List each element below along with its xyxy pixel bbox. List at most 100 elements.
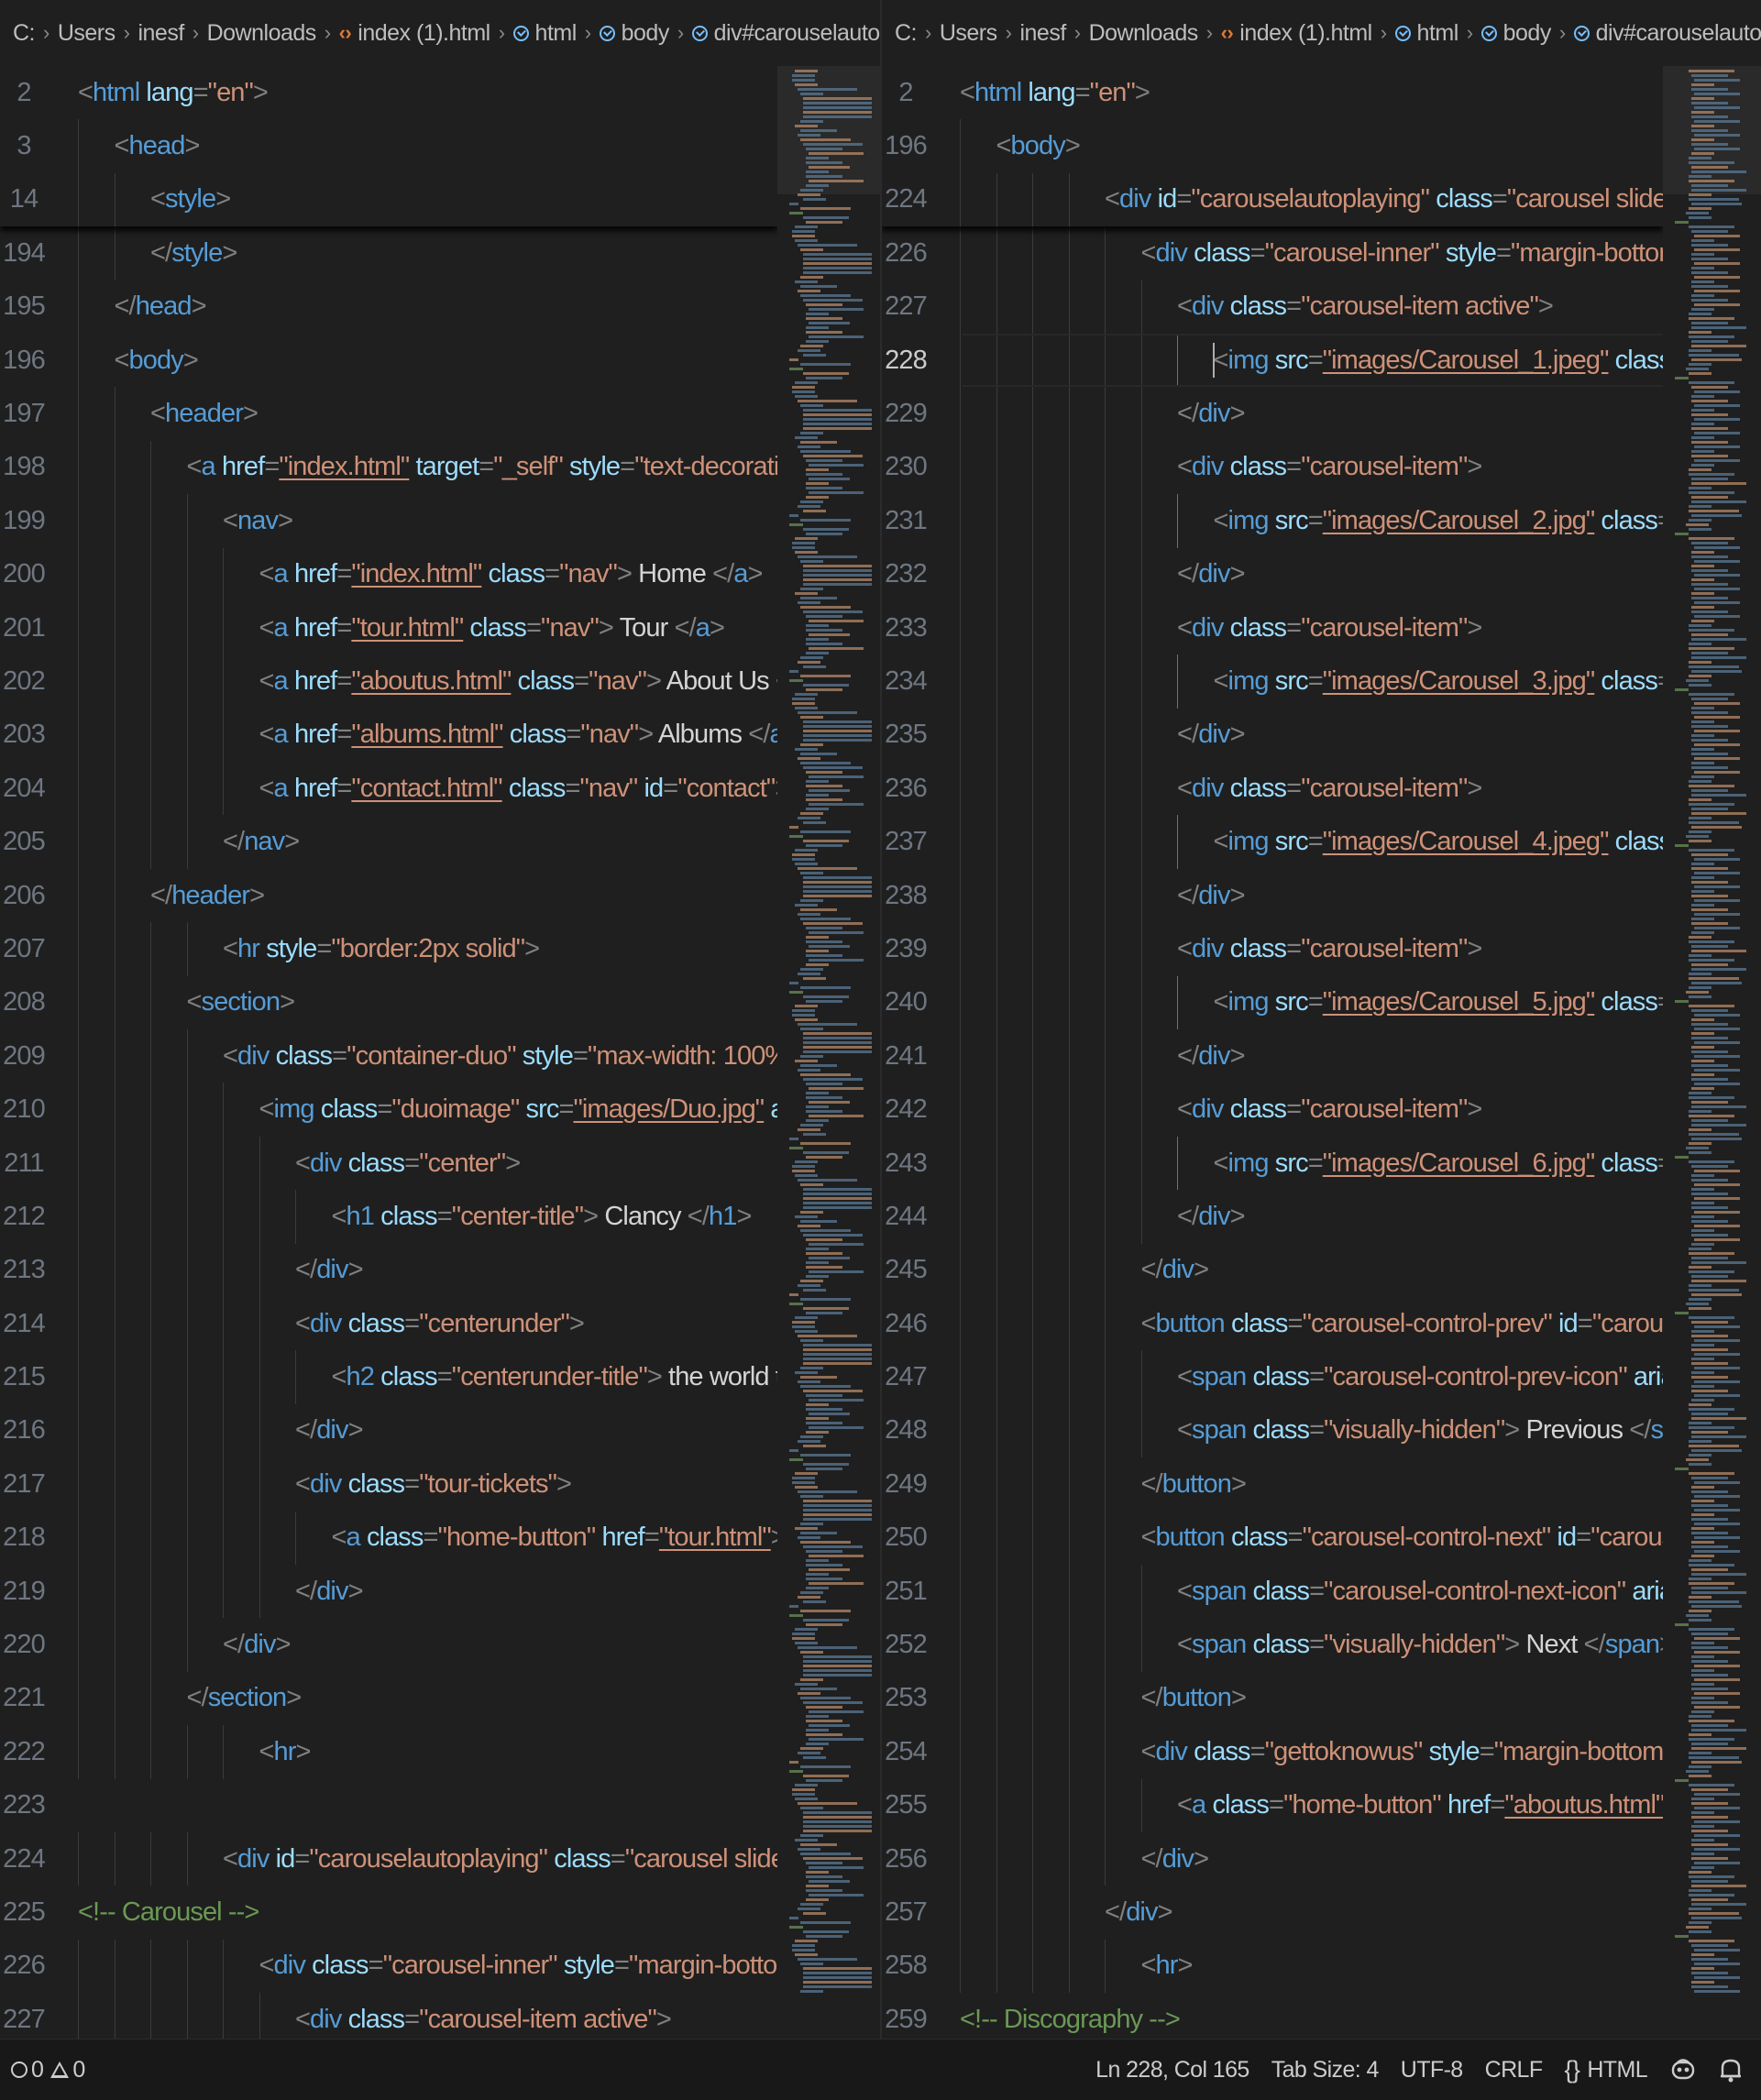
code-line[interactable]: 254 <div class="gettoknowus" style="margi…	[882, 1725, 1663, 1779]
line-number[interactable]: 216	[0, 1415, 57, 1446]
line-number[interactable]: 224	[882, 184, 939, 214]
code-line[interactable]: 14 <style>	[0, 172, 777, 227]
bell-icon[interactable]	[1708, 2056, 1754, 2084]
line-number[interactable]: 225	[0, 1897, 57, 1928]
line-number[interactable]: 222	[0, 1737, 57, 1767]
code-line[interactable]: 205 </nav>	[0, 815, 777, 869]
code-line[interactable]: 252 <span class="visually-hidden"> Next <…	[882, 1618, 1663, 1672]
line-number[interactable]: 238	[882, 881, 939, 911]
code-line[interactable]: 219 </div>	[0, 1564, 777, 1619]
line-number[interactable]: 209	[0, 1041, 57, 1072]
code-line[interactable]: 231 <img src="images/Carousel_2.jpg" clas…	[882, 494, 1663, 548]
line-number[interactable]: 207	[0, 934, 57, 964]
code-line[interactable]: 217 <div class="tour-tickets">	[0, 1457, 777, 1512]
breadcrumb-item[interactable]: Downloads	[207, 20, 317, 47]
line-number[interactable]: 218	[0, 1523, 57, 1553]
code-line[interactable]: 199 <nav>	[0, 494, 777, 548]
code-line[interactable]: 232 </div>	[882, 547, 1663, 601]
code-line[interactable]: 215 <h2 class="centerunder-title"> the wo…	[0, 1350, 777, 1404]
line-number[interactable]: 237	[882, 827, 939, 857]
minimap-right[interactable]	[1663, 66, 1761, 2040]
code-line[interactable]: 210 <img class="duoimage" src="images/Duo…	[0, 1083, 777, 1137]
line-number[interactable]: 199	[0, 506, 57, 536]
line-number[interactable]: 226	[0, 1951, 57, 1981]
line-number[interactable]: 248	[882, 1415, 939, 1446]
encoding[interactable]: UTF-8	[1390, 2057, 1474, 2084]
line-number[interactable]: 204	[0, 774, 57, 804]
code-line[interactable]: 207 <hr style="border:2px solid">	[0, 922, 777, 976]
line-number[interactable]: 202	[0, 666, 57, 697]
line-number[interactable]: 242	[882, 1094, 939, 1125]
line-number[interactable]: 208	[0, 987, 57, 1017]
line-number[interactable]: 245	[882, 1255, 939, 1285]
line-number[interactable]: 212	[0, 1202, 57, 1232]
code-line[interactable]: 234 <img src="images/Carousel_3.jpg" clas…	[882, 654, 1663, 709]
line-number[interactable]: 2	[882, 78, 939, 108]
code-line[interactable]: 250 <button class="carousel-control-next"…	[882, 1511, 1663, 1565]
breadcrumb-item[interactable]: ‹› index (1).html	[339, 20, 491, 47]
line-number[interactable]: 14	[0, 184, 57, 214]
line-number[interactable]: 205	[0, 827, 57, 857]
code-line[interactable]: 208 <section>	[0, 975, 777, 1030]
breadcrumb-item[interactable]: inesf	[1019, 20, 1066, 47]
line-number[interactable]: 233	[882, 613, 939, 643]
code-line[interactable]: 239 <div class="carousel-item">	[882, 922, 1663, 976]
code-line[interactable]: 249 </button>	[882, 1457, 1663, 1512]
code-line[interactable]: 224 <div id="carouselautoplaying" class="…	[0, 1831, 777, 1886]
line-number[interactable]: 213	[0, 1255, 57, 1285]
breadcrumb-item[interactable]: C:	[13, 20, 36, 47]
code-line[interactable]: 222 <hr>	[0, 1725, 777, 1779]
code-line[interactable]: 196 <body>	[0, 333, 777, 388]
line-number[interactable]: 195	[0, 291, 57, 322]
breadcrumb-item[interactable]: div#carouselautoplaying.carousel.slide	[691, 20, 880, 47]
code-line[interactable]: 241 </div>	[882, 1029, 1663, 1083]
breadcrumb-item[interactable]: ‹› index (1).html	[1221, 20, 1373, 47]
code-line[interactable]: 247 <span class="carousel-control-prev-ic…	[882, 1350, 1663, 1404]
code-line[interactable]: 221 </section>	[0, 1671, 777, 1726]
breadcrumb-item[interactable]: body	[599, 20, 669, 47]
line-number[interactable]: 215	[0, 1362, 57, 1392]
line-number[interactable]: 255	[882, 1790, 939, 1820]
line-number[interactable]: 217	[0, 1469, 57, 1500]
editor-right[interactable]: 226 <div class="carousel-inner" style="ma…	[882, 66, 1761, 2040]
code-line[interactable]: 224 <div id="carouselautoplaying" class="…	[882, 172, 1663, 227]
code-line[interactable]: 227 <div class="carousel-item active">	[0, 1993, 777, 2040]
code-line[interactable]: 242 <div class="carousel-item">	[882, 1083, 1663, 1137]
code-area-right[interactable]: 226 <div class="carousel-inner" style="ma…	[882, 66, 1663, 2040]
line-number[interactable]: 259	[882, 2005, 939, 2035]
code-line[interactable]: 196 <body>	[882, 119, 1663, 173]
line-number[interactable]: 244	[882, 1202, 939, 1232]
line-number[interactable]: 231	[882, 506, 939, 536]
line-number[interactable]: 2	[0, 78, 57, 108]
line-number[interactable]: 227	[882, 291, 939, 322]
line-number[interactable]: 254	[882, 1737, 939, 1767]
line-number[interactable]: 232	[882, 559, 939, 589]
code-line[interactable]: 235 </div>	[882, 708, 1663, 763]
code-line[interactable]: 212 <h1 class="center-title"> Clancy </h1…	[0, 1190, 777, 1244]
breadcrumb-item[interactable]: html	[512, 20, 577, 47]
line-number[interactable]: 250	[882, 1523, 939, 1553]
line-number[interactable]: 251	[882, 1577, 939, 1607]
code-line[interactable]: 243 <img src="images/Carousel_6.jpg" clas…	[882, 1136, 1663, 1191]
code-line[interactable]: 211 <div class="center">	[0, 1136, 777, 1191]
code-line[interactable]: 195 </head>	[0, 280, 777, 334]
line-number[interactable]: 219	[0, 1577, 57, 1607]
breadcrumb-item[interactable]: Users	[58, 20, 116, 47]
line-number[interactable]: 194	[0, 238, 57, 269]
code-line[interactable]: 226 <div class="carousel-inner" style="ma…	[882, 226, 1663, 280]
breadcrumb-item[interactable]: body	[1480, 20, 1551, 47]
line-number[interactable]: 249	[882, 1469, 939, 1500]
line-number[interactable]: 203	[0, 720, 57, 750]
code-line[interactable]: 259 <!-- Discography -->	[882, 1993, 1663, 2040]
code-line[interactable]: 237 <img src="images/Carousel_4.jpeg" cla…	[882, 815, 1663, 869]
line-number[interactable]: 3	[0, 131, 57, 161]
breadcrumb-item[interactable]: html	[1394, 20, 1458, 47]
tab-size[interactable]: Tab Size: 4	[1260, 2057, 1390, 2084]
code-line[interactable]: 214 <div class="centerunder">	[0, 1297, 777, 1351]
line-number[interactable]: 211	[0, 1149, 57, 1179]
code-line[interactable]: 203 <a href="albums.html" class="nav"> Al…	[0, 708, 777, 763]
line-number[interactable]: 236	[882, 774, 939, 804]
code-line[interactable]: 194 </style>	[0, 226, 777, 280]
line-number[interactable]: 214	[0, 1309, 57, 1339]
code-line[interactable]: 229 </div>	[882, 387, 1663, 441]
